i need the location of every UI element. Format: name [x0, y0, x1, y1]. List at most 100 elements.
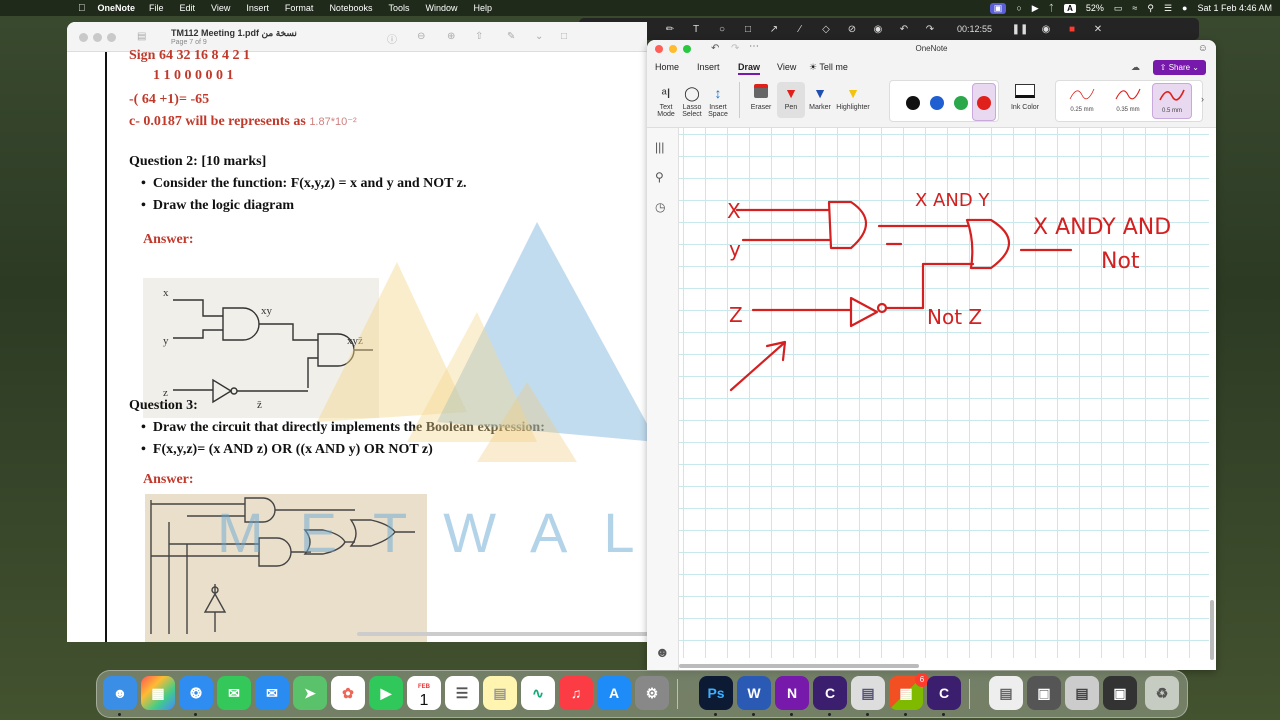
safari-icon[interactable]: ❂ — [179, 676, 213, 710]
redo-icon[interactable]: ↷ — [917, 24, 943, 35]
undo-icon[interactable]: ↶ — [891, 24, 917, 35]
highlighter-tool-icon[interactable]: ✏ — [657, 24, 683, 35]
highlighter-tool[interactable]: ▼ Highlighter — [833, 82, 873, 111]
menu-format[interactable]: Format — [285, 3, 314, 13]
screenshot-thumbnail-icon[interactable]: ▣ — [1027, 676, 1061, 710]
app-menu[interactable]: OneNote — [98, 3, 136, 13]
share-icon[interactable]: ⇧ — [475, 31, 483, 42]
pen-tool[interactable]: ▼ Pen — [777, 82, 805, 118]
pdf-horizontal-scrollbar[interactable] — [357, 632, 647, 636]
app-store-icon[interactable]: A — [597, 676, 631, 710]
ink-color-tool[interactable]: Ink Color — [1007, 82, 1043, 111]
close-icon[interactable]: ✕ — [1085, 24, 1111, 35]
preview-icon[interactable]: ▤ — [851, 676, 885, 710]
close-window-button[interactable] — [79, 33, 88, 42]
photoshop-icon[interactable]: Ps — [699, 676, 733, 710]
recent-notes-icon[interactable]: ◷ — [655, 200, 665, 214]
color-swatch-green[interactable] — [954, 96, 968, 110]
mail-icon[interactable]: ✉ — [255, 676, 289, 710]
arrow-tool-icon[interactable]: ↗ — [761, 24, 787, 35]
share-button[interactable]: ⇧ Share ⌄ — [1152, 60, 1206, 75]
music-icon[interactable]: ♫ — [559, 676, 593, 710]
window-thumbnail-icon[interactable]: ▤ — [1065, 676, 1099, 710]
calendar-icon[interactable]: FEB 1 — [407, 676, 441, 710]
menu-view[interactable]: View — [211, 3, 230, 13]
spotlight-search-icon[interactable]: ⚲ — [1147, 3, 1154, 14]
pause-icon[interactable]: ❚❚ — [1007, 24, 1033, 35]
trash-icon[interactable]: ♻ — [1145, 676, 1179, 710]
menu-clock[interactable]: Sat 1 Feb 4:46 AM — [1197, 3, 1272, 13]
menu-insert[interactable]: Insert — [246, 3, 269, 13]
screen-record-icon[interactable]: ▣ — [989, 2, 1007, 14]
messages-icon[interactable]: ✉ — [217, 676, 251, 710]
markup-icon[interactable]: ✎ — [507, 31, 515, 42]
tab-draw[interactable]: Draw — [738, 62, 761, 75]
tell-me-search[interactable]: ☀ Tell me — [809, 62, 848, 73]
launchpad-icon[interactable]: ▦ — [141, 676, 175, 710]
clear-tool-icon[interactable]: ⊘ — [839, 24, 865, 35]
battery-icon[interactable]: ▭ — [1114, 3, 1123, 14]
finder-icon[interactable]: ☻ — [103, 676, 137, 710]
freeform-icon[interactable]: ∿ — [521, 676, 555, 710]
onenote-icon[interactable]: N — [775, 676, 809, 710]
annotate-icon[interactable]: □ — [561, 31, 567, 42]
zoom-in-icon[interactable]: ⊕ — [447, 31, 455, 42]
wifi-icon[interactable]: ≈ — [1132, 3, 1137, 13]
photos-icon[interactable]: ✿ — [331, 676, 365, 710]
tab-home[interactable]: Home — [655, 62, 679, 72]
insert-space-tool[interactable]: ↕ Insert Space — [703, 82, 733, 118]
info-icon[interactable]: ⓘ — [387, 31, 397, 46]
system-settings-icon[interactable]: ⚙ — [635, 676, 669, 710]
menu-help[interactable]: Help — [474, 3, 493, 13]
siri-icon[interactable]: ● — [1182, 3, 1187, 13]
tab-insert[interactable]: Insert — [697, 62, 720, 72]
menu-window[interactable]: Window — [425, 3, 457, 13]
camera-tool-icon[interactable]: ◉ — [865, 24, 891, 35]
color-swatch-black[interactable] — [906, 96, 920, 110]
pen-width-035[interactable]: 0.35 mm — [1108, 83, 1148, 113]
control-center-icon[interactable]: ☰ — [1164, 3, 1172, 14]
canvas-horizontal-scrollbar[interactable] — [679, 664, 919, 668]
sidebar-toggle-icon[interactable]: ▤ — [137, 31, 146, 42]
eraser-tool-icon[interactable]: ◇ — [813, 24, 839, 35]
screen-recorder-helper-icon[interactable]: C — [927, 676, 961, 710]
account-icon[interactable]: ☺ — [1198, 43, 1208, 54]
canvas-vertical-scrollbar[interactable] — [1210, 600, 1214, 660]
line-tool-icon[interactable]: ∕ — [787, 24, 813, 35]
document-thumbnail-icon[interactable]: ▤ — [989, 676, 1023, 710]
record-icon[interactable]: ◉ — [1033, 24, 1059, 35]
menu-notebooks[interactable]: Notebooks — [329, 3, 372, 13]
zoom-out-icon[interactable]: ⊖ — [417, 31, 425, 42]
screen-recorder-icon[interactable]: C — [813, 676, 847, 710]
circle-tool-icon[interactable]: ○ — [709, 24, 735, 35]
input-source-badge[interactable]: A — [1064, 3, 1076, 13]
cloud-sync-icon[interactable]: ☁ — [1131, 62, 1140, 73]
stop-icon[interactable]: ■ — [1059, 24, 1085, 35]
maps-icon[interactable]: ➤ — [293, 676, 327, 710]
reminders-icon[interactable]: ☰ — [445, 676, 479, 710]
desktop-thumbnail-icon[interactable]: ▣ — [1103, 676, 1137, 710]
notes-icon[interactable]: ▤ — [483, 676, 517, 710]
menu-edit[interactable]: Edit — [180, 3, 196, 13]
facetime-icon[interactable]: ▶ — [369, 676, 403, 710]
ribbon-more-chevron-icon[interactable]: › — [1201, 94, 1204, 104]
note-canvas[interactable]: X y Z X AND Y X ANDY AND Not Not Z — [679, 128, 1209, 658]
chevron-down-icon[interactable]: ⌄ — [535, 31, 543, 42]
text-tool-icon[interactable]: T — [683, 24, 709, 35]
apple-menu-icon[interactable]:  — [78, 3, 86, 14]
color-swatch-red[interactable] — [977, 96, 991, 110]
minimize-window-button[interactable] — [93, 33, 102, 42]
pen-width-05[interactable]: 0.5 mm — [1152, 83, 1192, 119]
rectangle-tool-icon[interactable]: □ — [735, 24, 761, 35]
eraser-tool[interactable]: Eraser — [745, 82, 777, 111]
word-icon[interactable]: W — [737, 676, 771, 710]
creative-cloud-icon[interactable]: ○ — [1016, 3, 1021, 13]
notebooks-icon[interactable]: ||| — [655, 140, 664, 154]
marker-tool[interactable]: ▼ Marker — [805, 82, 835, 111]
tab-view[interactable]: View — [777, 62, 796, 72]
menu-file[interactable]: File — [149, 3, 164, 13]
menu-tools[interactable]: Tools — [388, 3, 409, 13]
user-avatar-icon[interactable]: ☻ — [655, 644, 670, 660]
bluetooth-icon[interactable]: ᛏ — [1049, 3, 1054, 13]
search-icon[interactable]: ⚲ — [655, 170, 664, 184]
